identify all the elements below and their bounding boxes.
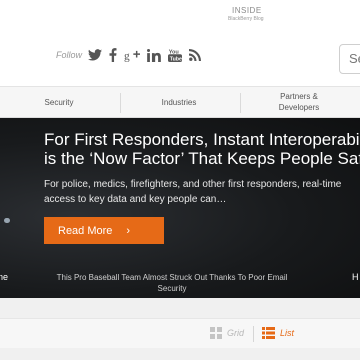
grid-icon xyxy=(210,327,222,339)
google-plus-icon[interactable]: g xyxy=(124,49,141,62)
svg-text:g: g xyxy=(124,50,130,62)
read-more-label: Read More xyxy=(58,224,113,237)
featured-hero: For First Responders, Instant Interopera… xyxy=(0,118,360,298)
main-nav: Security Industries Partners & Developer… xyxy=(0,86,360,118)
follow-row: Follow g You Tube xyxy=(56,48,202,62)
carousel-next-item[interactable]: H xyxy=(352,272,359,282)
brand-title[interactable]: INSIDE xyxy=(232,6,262,15)
nav-item-security[interactable]: Security xyxy=(36,97,82,108)
page: INSIDE BlackBerry Blog Follow g YouTube xyxy=(0,0,360,360)
list-view-toggle[interactable]: List xyxy=(262,327,294,339)
youtube-icon[interactable]: You Tube xyxy=(168,48,183,62)
nav-item-label: Industries xyxy=(161,98,197,107)
grid-label: Grid xyxy=(227,328,245,338)
nav-item-industries[interactable]: Industries xyxy=(150,97,208,108)
toggle-divider xyxy=(253,326,254,342)
carousel-prev-item[interactable]: ne xyxy=(0,272,8,282)
social-links: g You Tube xyxy=(88,48,202,62)
linkedin-icon[interactable] xyxy=(147,48,161,62)
hero-background-highlight xyxy=(4,218,10,223)
facebook-icon[interactable] xyxy=(109,48,117,62)
hero-description-line: For police, medics, firefighters, and ot… xyxy=(44,179,342,190)
hero-title-line: For First Responders, Instant Interopera… xyxy=(44,130,360,149)
nav-item-partners-developers[interactable]: Partners & Developers xyxy=(268,91,330,113)
hero-title-line: is the ‘Now Factor’ That Keeps People Sa… xyxy=(44,149,360,168)
nav-item-label: Security xyxy=(44,98,74,107)
carousel-current-item[interactable]: This Pro Baseball Team Almost Struck Out… xyxy=(56,272,288,294)
carousel-strip: ne This Pro Baseball Team Almost Struck … xyxy=(0,266,360,298)
nav-divider xyxy=(240,93,241,113)
grid-view-toggle[interactable]: Grid xyxy=(210,327,244,339)
svg-text:Tube: Tube xyxy=(170,56,182,62)
list-icon xyxy=(262,327,275,339)
view-toolbar: Grid List xyxy=(0,318,360,348)
nav-item-label: Partners & Developers xyxy=(278,92,320,112)
site-header: INSIDE BlackBerry Blog Follow g YouTube xyxy=(0,0,360,86)
hero-description-line: access to key data and key people can… xyxy=(44,194,227,205)
rss-icon[interactable] xyxy=(189,49,202,61)
chevron-right-icon: › xyxy=(126,224,131,237)
hero-description: For police, medics, firefighters, and ot… xyxy=(44,177,360,207)
read-more-button[interactable]: Read More › xyxy=(44,217,164,244)
nav-divider xyxy=(120,93,121,113)
follow-label: Follow xyxy=(56,50,83,60)
search-partial-text: Se xyxy=(349,51,360,66)
hero-title[interactable]: For First Responders, Instant Interopera… xyxy=(44,130,360,168)
brand-subtitle: BlackBerry Blog xyxy=(228,16,264,22)
search-input[interactable]: Se xyxy=(339,44,360,74)
list-label: List xyxy=(280,328,295,338)
twitter-icon[interactable] xyxy=(88,49,103,61)
